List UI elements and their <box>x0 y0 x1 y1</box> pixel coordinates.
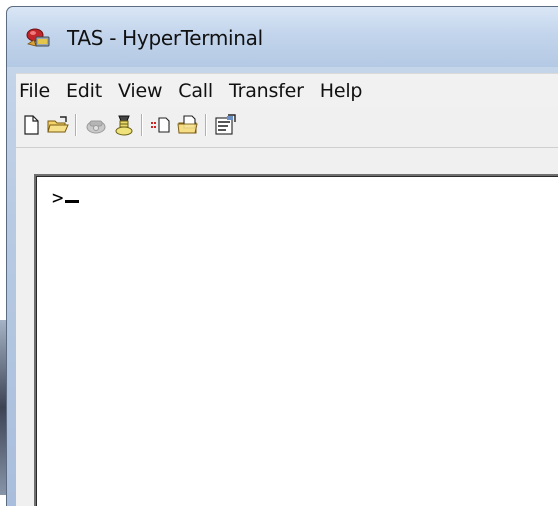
connect-phone-icon[interactable] <box>84 113 108 137</box>
menu-bar: File Edit View Call Transfer Help <box>16 73 558 108</box>
menu-view[interactable]: View <box>110 80 170 102</box>
menu-help[interactable]: Help <box>312 80 371 102</box>
menu-transfer[interactable]: Transfer <box>221 80 312 102</box>
open-folder-icon[interactable] <box>46 113 70 137</box>
terminal-screen[interactable]: > <box>34 174 558 506</box>
text-cursor <box>65 200 80 203</box>
toolbar-separator <box>141 114 143 136</box>
terminal-output: > <box>52 186 80 210</box>
toolbar <box>16 107 558 148</box>
send-file-icon[interactable] <box>149 113 173 137</box>
terminal-prompt: > <box>52 187 64 209</box>
disconnect-phone-icon[interactable] <box>112 113 136 137</box>
receive-file-icon[interactable] <box>176 113 200 137</box>
window-title: TAS - HyperTerminal <box>67 26 263 50</box>
title-bar[interactable]: TAS - HyperTerminal <box>7 7 558 67</box>
menu-edit[interactable]: Edit <box>58 80 110 102</box>
toolbar-separator <box>75 114 77 136</box>
properties-icon[interactable] <box>213 113 237 137</box>
toolbar-separator <box>205 114 207 136</box>
hyperterminal-app-icon[interactable] <box>26 26 52 50</box>
menu-file[interactable]: File <box>16 80 58 102</box>
menu-call[interactable]: Call <box>170 80 221 102</box>
new-connection-icon[interactable] <box>19 113 43 137</box>
